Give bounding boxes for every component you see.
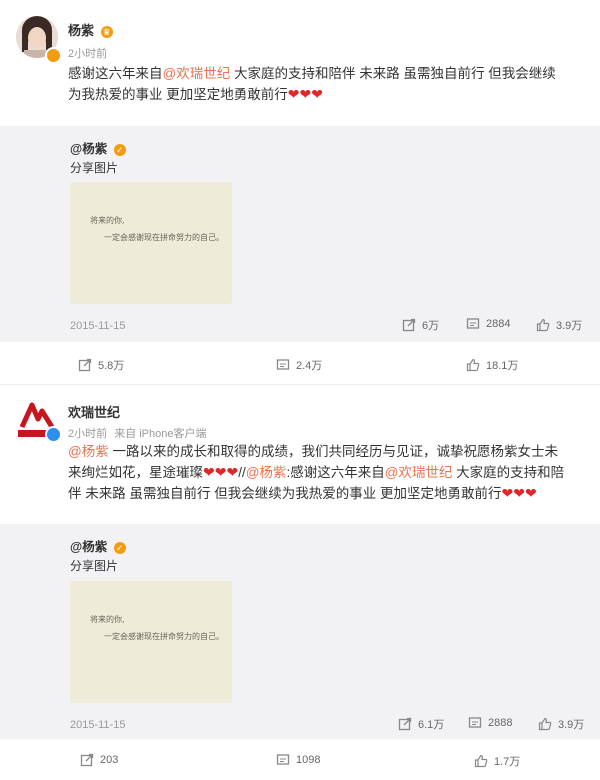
post-action-bar: 203 1098 1.7万 — [0, 740, 600, 780]
post-meta: 2小时前 来自 iPhone客户端 — [68, 425, 207, 441]
mention-link[interactable]: @欢瑞世纪 — [163, 66, 231, 81]
repost-author[interactable]: @杨紫 ✓ — [70, 138, 126, 157]
image-text-line: 一定会感谢现在拼命努力的自己。 — [104, 233, 224, 242]
comment-button-label: 1098 — [296, 754, 321, 766]
weibo-post-2: 欢瑞世纪 2小时前 来自 iPhone客户端 @杨紫 一路以来的成长和取得的成绩… — [0, 385, 600, 780]
comment-icon — [468, 717, 482, 728]
repost-icon — [80, 753, 94, 767]
shared-image[interactable]: 将来的你, 一定会感谢现在拼命努力的自己。 — [70, 581, 232, 703]
like-button-label: 18.1万 — [486, 360, 519, 372]
thumbs-up-icon — [466, 358, 480, 372]
vip-crown-icon: ♛ — [100, 25, 113, 38]
comment-icon — [466, 318, 480, 329]
thumbs-up-icon — [536, 318, 550, 332]
verified-badge-icon — [45, 426, 62, 443]
thumbs-up-icon — [474, 754, 488, 768]
like-count[interactable]: 3.9万 — [538, 716, 584, 732]
comment-button[interactable]: 1098 — [276, 753, 320, 767]
repost-share-text: 分享图片 — [70, 559, 119, 573]
heart-emoji-icon: ❤❤❤ — [203, 464, 239, 480]
repost-author-text[interactable]: @杨紫 — [70, 540, 107, 554]
author-name[interactable]: 欢瑞世纪 — [68, 402, 120, 421]
repost-author-text[interactable]: @杨紫 — [70, 142, 107, 156]
repost-date[interactable]: 2015-11-15 — [70, 320, 125, 332]
heart-emoji-icon: ❤❤❤ — [501, 485, 537, 501]
post-text: 感谢这六年来自@欢瑞世纪 大家庭的支持和陪伴 未来路 虽需独自前行 但我会继续为… — [68, 63, 568, 105]
repost-icon — [398, 717, 412, 731]
repost-author[interactable]: @杨紫 ✓ — [70, 536, 126, 555]
comment-icon — [276, 754, 290, 765]
verified-badge-icon: ✓ — [113, 541, 126, 554]
repost-button-label: 5.8万 — [98, 360, 125, 372]
repost-icon — [402, 318, 416, 332]
repost-button-label: 203 — [100, 754, 119, 766]
weibo-post-1: 杨紫 ♛ 2小时前 感谢这六年来自@欢瑞世纪 大家庭的支持和陪伴 未来路 虽需独… — [0, 0, 600, 372]
post-time[interactable]: 2小时前 — [68, 45, 107, 61]
comment-count-text: 2888 — [488, 717, 513, 729]
comment-count[interactable]: 2884 — [466, 317, 510, 331]
thumbs-up-icon — [538, 717, 552, 731]
post-text-part: :感谢这六年来自 — [286, 465, 385, 480]
post-text-part: // — [238, 465, 246, 480]
post-text: @杨紫 一路以来的成长和取得的成绩，我们共同经历与见证，诚挚祝愿杨紫女士未来绚烂… — [68, 441, 568, 504]
reposted-weibo[interactable]: @杨紫 ✓ 分享图片 将来的你, 一定会感谢现在拼命努力的自己。 2015-11… — [0, 524, 600, 739]
comment-count[interactable]: 2888 — [468, 716, 512, 730]
image-text-line: 将来的你, — [90, 216, 125, 225]
repost-button[interactable]: 5.8万 — [78, 357, 124, 373]
post-action-bar: 5.8万 2.4万 18.1万 — [0, 344, 600, 384]
post-time[interactable]: 2小时前 — [68, 428, 107, 440]
like-button[interactable]: 1.7万 — [474, 753, 520, 769]
repost-count[interactable]: 6.1万 — [398, 716, 444, 732]
repost-share-text: 分享图片 — [70, 161, 119, 175]
mention-link[interactable]: @杨紫 — [246, 465, 287, 480]
post-source[interactable]: 来自 iPhone客户端 — [114, 428, 206, 440]
like-button-label: 1.7万 — [494, 756, 521, 768]
repost-count-text: 6万 — [422, 320, 440, 332]
mention-link[interactable]: @欢瑞世纪 — [385, 465, 453, 480]
shared-image[interactable]: 将来的你, 一定会感谢现在拼命努力的自己。 — [70, 182, 232, 304]
repost-count-text: 6.1万 — [418, 719, 445, 731]
verified-badge-icon: ✓ — [113, 143, 126, 156]
verified-badge-icon — [45, 47, 62, 64]
repost-icon — [78, 358, 92, 372]
repost-count[interactable]: 6万 — [402, 317, 439, 333]
comment-button-label: 2.4万 — [296, 360, 323, 372]
like-button[interactable]: 18.1万 — [466, 357, 518, 373]
image-text-line: 将来的你, — [90, 615, 125, 624]
comment-button[interactable]: 2.4万 — [276, 357, 322, 373]
comment-icon — [276, 359, 290, 370]
mention-link[interactable]: @杨紫 — [68, 444, 109, 459]
like-count-text: 3.9万 — [556, 320, 583, 332]
comment-count-text: 2884 — [486, 318, 511, 330]
repost-button[interactable]: 203 — [80, 753, 118, 767]
author-name[interactable]: 杨紫 ♛ — [68, 20, 113, 39]
reposted-weibo[interactable]: @杨紫 ✓ 分享图片 将来的你, 一定会感谢现在拼命努力的自己。 2015-11… — [0, 126, 600, 342]
post-text-part: 感谢这六年来自 — [68, 66, 163, 81]
heart-emoji-icon: ❤❤❤ — [287, 86, 323, 102]
repost-date[interactable]: 2015-11-15 — [70, 719, 125, 731]
like-count-text: 3.9万 — [558, 719, 585, 731]
like-count[interactable]: 3.9万 — [536, 317, 582, 333]
image-text-line: 一定会感谢现在拼命努力的自己。 — [104, 632, 224, 641]
author-name-text[interactable]: 杨紫 — [68, 23, 94, 38]
